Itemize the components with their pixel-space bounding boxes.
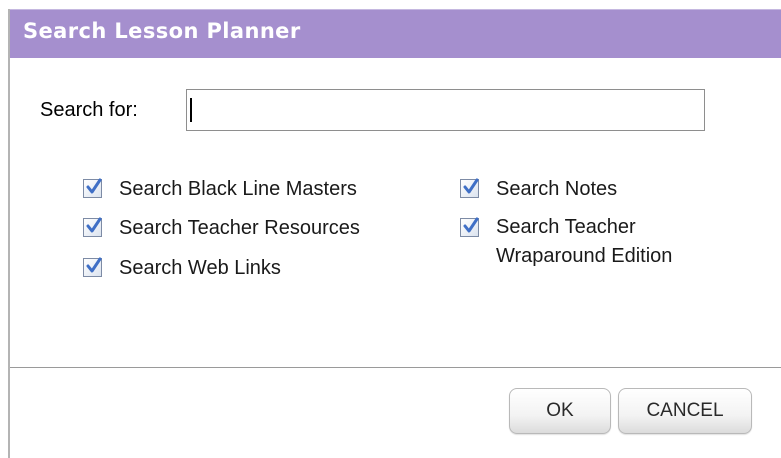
dialog-title: Search Lesson Planner [23, 19, 301, 43]
option-notes[interactable]: Search Notes [460, 176, 617, 202]
footer-divider [10, 367, 781, 368]
ok-button[interactable]: OK [509, 388, 611, 434]
option-label: Search Teacher Resources [119, 217, 360, 239]
checkbox-checked-icon[interactable] [83, 178, 102, 198]
search-label: Search for: [40, 99, 138, 121]
cancel-button[interactable]: CANCEL [618, 388, 752, 434]
option-label: Search Notes [496, 178, 618, 200]
option-teacher-resources[interactable]: Search Teacher Resources [83, 215, 360, 241]
option-black-line-masters[interactable]: Search Black Line Masters [83, 176, 357, 202]
checkbox-checked-icon[interactable] [83, 257, 102, 277]
option-label: Search Teacher Wraparound Edition [496, 216, 673, 267]
text-caret [190, 98, 192, 122]
dialog-titlebar: Search Lesson Planner [10, 9, 781, 58]
checkbox-checked-icon[interactable] [460, 178, 479, 198]
search-input[interactable] [186, 89, 705, 131]
option-teacher-wraparound-edition[interactable]: Search Teacher Wraparound Edition [460, 215, 672, 275]
option-label: Search Black Line Masters [119, 178, 357, 200]
search-dialog: Search Lesson Planner Search for: Search… [8, 9, 781, 458]
checkbox-checked-icon[interactable] [83, 217, 102, 237]
option-web-links[interactable]: Search Web Links [83, 255, 281, 281]
checkbox-checked-icon[interactable] [460, 217, 479, 237]
option-label: Search Web Links [119, 257, 281, 279]
